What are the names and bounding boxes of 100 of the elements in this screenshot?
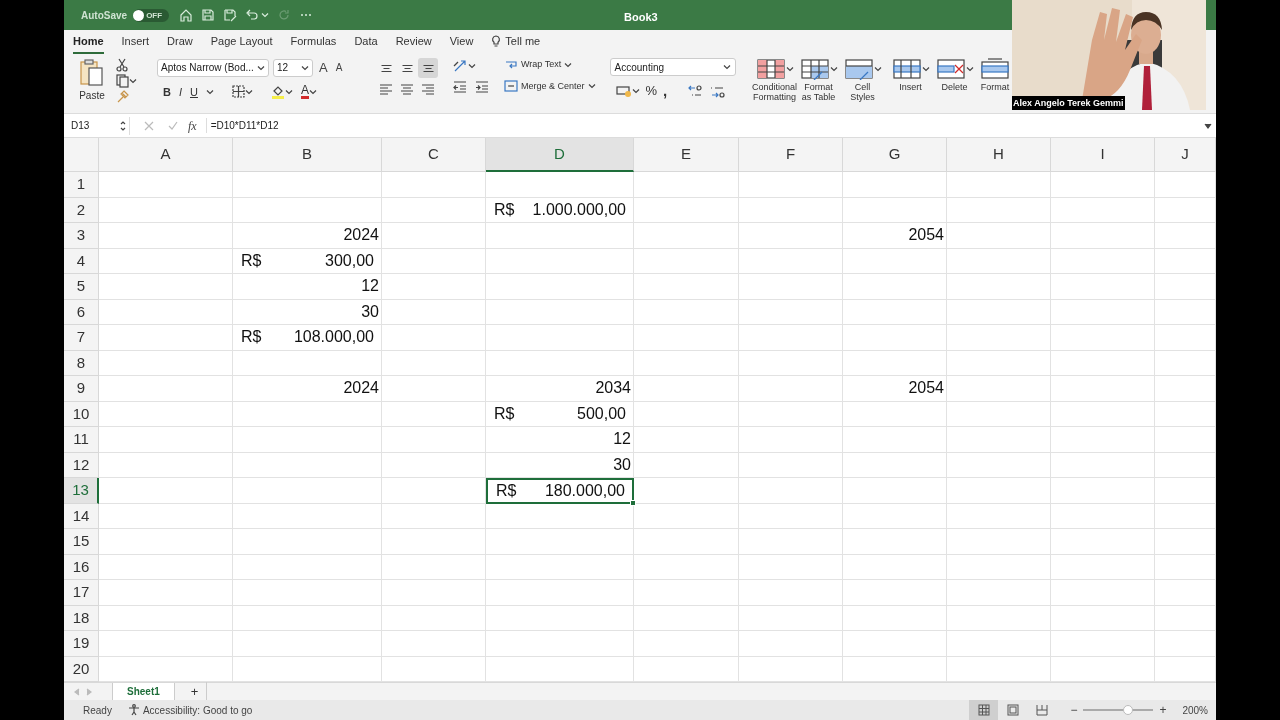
spreadsheet-cell[interactable] — [1051, 503, 1155, 529]
spreadsheet-cell[interactable] — [1051, 554, 1155, 580]
spreadsheet-cell[interactable] — [233, 605, 382, 631]
expand-icon[interactable] — [1204, 122, 1212, 129]
caret-icon[interactable] — [468, 63, 476, 69]
comma-style-button[interactable]: , — [663, 84, 668, 97]
spreadsheet-cell[interactable]: R$ 180.000,00 — [486, 478, 634, 504]
spreadsheet-cell[interactable] — [634, 223, 739, 249]
fill-color-icon[interactable] — [270, 84, 285, 99]
caret-icon[interactable] — [829, 66, 838, 72]
format-grid-icon[interactable] — [980, 58, 1011, 80]
spreadsheet-cell[interactable] — [233, 197, 382, 223]
spreadsheet-cell[interactable] — [843, 631, 947, 657]
confirm-icon[interactable] — [168, 120, 178, 131]
align-center-icon[interactable] — [399, 82, 415, 98]
spreadsheet-cell[interactable] — [486, 274, 634, 300]
spreadsheet-cell[interactable] — [947, 350, 1051, 376]
spreadsheet-cell[interactable] — [99, 223, 233, 249]
autosave-toggle[interactable]: OFF — [133, 8, 170, 22]
row-header[interactable]: 5 — [64, 274, 99, 300]
spreadsheet-cell[interactable] — [843, 580, 947, 606]
font-color-button[interactable]: A — [300, 84, 309, 100]
spreadsheet-cell[interactable] — [947, 172, 1051, 198]
spreadsheet-cell[interactable] — [382, 197, 486, 223]
spreadsheet-cell[interactable] — [1051, 197, 1155, 223]
column-header[interactable]: J — [1155, 138, 1216, 172]
row-header[interactable]: 16 — [64, 554, 99, 580]
spreadsheet-cell[interactable] — [1051, 478, 1155, 504]
spreadsheet-cell[interactable] — [1051, 452, 1155, 478]
spreadsheet-cell[interactable] — [634, 427, 739, 453]
spinner-icon[interactable] — [120, 119, 126, 132]
ribbon-tab[interactable]: Draw — [167, 30, 193, 54]
spreadsheet-cell[interactable] — [1051, 401, 1155, 427]
column-header[interactable]: E — [634, 138, 739, 172]
spreadsheet-cell[interactable] — [99, 376, 233, 402]
spreadsheet-cell[interactable] — [843, 197, 947, 223]
paste-button[interactable]: Paste — [79, 88, 105, 103]
caret-icon[interactable] — [785, 66, 794, 72]
spreadsheet-cell[interactable] — [233, 580, 382, 606]
ribbon-tab[interactable]: Insert — [121, 30, 150, 54]
lightbulb-icon[interactable] — [491, 35, 502, 47]
spreadsheet-cell[interactable] — [486, 529, 634, 555]
spreadsheet-cell[interactable] — [99, 580, 233, 606]
name-box[interactable]: D13 — [68, 116, 130, 135]
wrap-text-button[interactable]: Wrap Text — [504, 58, 596, 72]
spreadsheet-cell[interactable] — [634, 350, 739, 376]
caret-icon[interactable] — [873, 66, 882, 72]
delete-command[interactable]: Delete — [935, 58, 974, 92]
formula-field[interactable]: =D10*D11*D12 — [205, 118, 1204, 133]
spreadsheet-cell[interactable] — [947, 529, 1051, 555]
spreadsheet-cell[interactable] — [382, 452, 486, 478]
row-header[interactable]: 7 — [64, 325, 99, 351]
spreadsheet-cell[interactable] — [634, 554, 739, 580]
shrink-font-button[interactable]: A — [333, 60, 345, 76]
table-grid-icon[interactable] — [799, 58, 830, 80]
spreadsheet-cell[interactable] — [382, 605, 486, 631]
caret-icon[interactable] — [921, 66, 930, 72]
column-header[interactable]: I — [1051, 138, 1155, 172]
spreadsheet-cell[interactable] — [739, 325, 843, 351]
spreadsheet-cell[interactable] — [947, 503, 1051, 529]
spreadsheet-cell[interactable]: 2054 — [843, 376, 947, 402]
sheet-tab[interactable]: Sheet1 — [112, 682, 175, 701]
spreadsheet-cell[interactable] — [947, 376, 1051, 402]
spreadsheet-cell[interactable]: 12 — [233, 274, 382, 300]
spreadsheet-cell[interactable] — [1051, 605, 1155, 631]
spreadsheet-cell[interactable] — [634, 580, 739, 606]
spreadsheet-cell[interactable] — [634, 478, 739, 504]
spreadsheet-cell[interactable] — [99, 172, 233, 198]
spreadsheet-cell[interactable] — [947, 197, 1051, 223]
spreadsheet-cell[interactable] — [233, 350, 382, 376]
spreadsheet-cell[interactable] — [382, 172, 486, 198]
accessibility-status[interactable]: Accessibility: Good to go — [142, 702, 253, 718]
spreadsheet-cell[interactable] — [1051, 529, 1155, 555]
spreadsheet-cell[interactable] — [947, 299, 1051, 325]
spreadsheet-cell[interactable] — [843, 478, 947, 504]
row-header[interactable]: 2 — [64, 197, 99, 223]
spreadsheet-cell[interactable] — [947, 248, 1051, 274]
styles-command[interactable]: Cell Styles — [843, 58, 882, 102]
spreadsheet-cell[interactable] — [634, 452, 739, 478]
spreadsheet-cell[interactable] — [947, 580, 1051, 606]
spreadsheet-cell[interactable] — [99, 529, 233, 555]
spreadsheet-cell[interactable]: 30 — [486, 452, 634, 478]
spreadsheet-cell[interactable] — [99, 248, 233, 274]
spreadsheet-cell[interactable] — [1051, 580, 1155, 606]
spreadsheet-cell[interactable] — [99, 427, 233, 453]
spreadsheet-cell[interactable] — [843, 350, 947, 376]
row-header[interactable]: 17 — [64, 580, 99, 606]
bold-button[interactable]: B — [163, 83, 171, 100]
home-icon[interactable] — [179, 8, 194, 22]
spreadsheet-cell[interactable] — [1051, 325, 1155, 351]
spreadsheet-cell[interactable] — [382, 274, 486, 300]
spreadsheet-cell[interactable] — [739, 274, 843, 300]
spreadsheet-cell[interactable] — [233, 401, 382, 427]
spreadsheet-cell[interactable] — [99, 554, 233, 580]
spreadsheet-cell[interactable] — [843, 401, 947, 427]
spreadsheet-cell[interactable] — [843, 503, 947, 529]
spreadsheet-cell[interactable] — [843, 427, 947, 453]
spreadsheet-cell[interactable] — [947, 427, 1051, 453]
row-header[interactable]: 6 — [64, 299, 99, 325]
spreadsheet-cell[interactable] — [634, 299, 739, 325]
